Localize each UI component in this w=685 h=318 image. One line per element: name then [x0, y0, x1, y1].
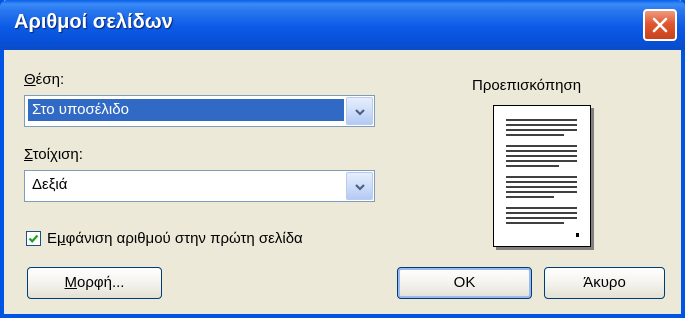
show-first-page-label-start: Ε	[47, 230, 58, 247]
chevron-down-icon	[355, 109, 365, 116]
alignment-label-accesskey: Σ	[24, 146, 33, 163]
page-numbers-dialog: Αριθμοί σελίδων Θέση: Στο υποσέλιδο Στοί…	[0, 0, 685, 318]
cancel-button[interactable]: Άκυρο	[544, 267, 665, 299]
format-button[interactable]: Μορφή...	[27, 267, 162, 299]
position-label: Θέση:	[24, 71, 64, 88]
position-label-text: έση:	[35, 71, 65, 88]
position-label-accesskey: Θ	[24, 71, 36, 88]
checkmark-icon	[28, 234, 39, 243]
alignment-label: Στοίχιση:	[24, 146, 83, 163]
dialog-title: Αριθμοί σελίδων	[14, 11, 173, 33]
alignment-dropdown-button[interactable]	[346, 172, 373, 200]
ok-button[interactable]: OK	[397, 267, 532, 299]
preview-label: Προεπισκόπηση	[472, 77, 582, 94]
close-button[interactable]	[643, 9, 677, 41]
show-first-page-checkbox[interactable]	[26, 231, 41, 246]
position-dropdown-button[interactable]	[346, 97, 373, 125]
page-preview-graphic	[506, 119, 579, 237]
position-select-value: Στο υποσέλιδο	[28, 99, 344, 121]
show-first-page-label-accesskey: μ	[57, 230, 66, 247]
chevron-down-icon	[355, 184, 365, 191]
format-button-accesskey: Μ	[64, 274, 78, 291]
show-first-page-label-text: φάνιση αριθμού στην πρώτη σελίδα	[65, 230, 303, 247]
position-select[interactable]: Στο υποσέλιδο	[24, 95, 375, 127]
preview-page	[493, 105, 591, 247]
show-first-page-label[interactable]: Εμφάνιση αριθμού στην πρώτη σελίδα	[47, 230, 303, 247]
close-icon	[652, 17, 668, 33]
format-button-label: ορφή...	[77, 274, 125, 291]
alignment-select-value: Δεξιά	[32, 176, 68, 193]
alignment-select[interactable]: Δεξιά	[24, 170, 375, 202]
title-bar[interactable]: Αριθμοί σελίδων	[0, 0, 685, 50]
alignment-label-text: τοίχιση:	[32, 146, 83, 163]
